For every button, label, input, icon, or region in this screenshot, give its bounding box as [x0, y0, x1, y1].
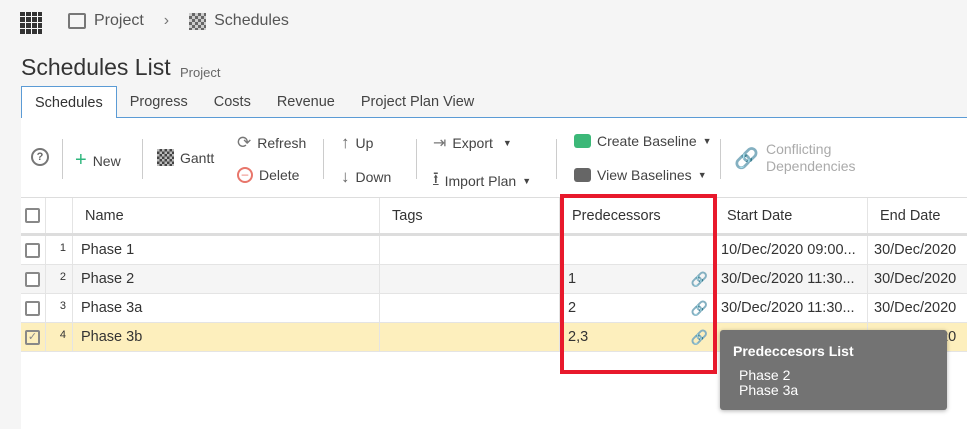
row-name[interactable]: Phase 3a: [73, 294, 380, 322]
caret-down-icon: ▼: [502, 138, 512, 148]
minus-circle-icon: –: [237, 167, 253, 183]
export-button[interactable]: ⇥ Export ▼: [433, 133, 512, 153]
caret-down-icon: ▼: [702, 136, 712, 146]
down-button[interactable]: ↓ Down: [341, 167, 391, 187]
row-checkbox[interactable]: ✓: [25, 329, 40, 345]
row-checkbox[interactable]: [25, 271, 40, 287]
select-all-checkbox[interactable]: [25, 208, 40, 223]
create-baseline-button[interactable]: Create Baseline ▼: [574, 133, 712, 149]
export-icon: ⇥: [433, 135, 447, 152]
breadcrumb-schedules[interactable]: Schedules: [214, 12, 289, 30]
row-end-date[interactable]: 30/Dec/2020: [868, 294, 967, 322]
separator: [416, 139, 417, 179]
separator: [62, 139, 63, 179]
page-title: Schedules List: [21, 54, 171, 80]
table-row[interactable]: 1 Phase 1 10/Dec/2020 09:00... 30/Dec/20…: [21, 236, 967, 265]
project-icon: [68, 13, 86, 29]
tab-progress[interactable]: Progress: [117, 86, 201, 117]
tab-schedules[interactable]: Schedules: [21, 86, 117, 119]
row-start-date[interactable]: 10/Dec/2020 09:00...: [715, 236, 868, 264]
delete-button[interactable]: – Delete: [237, 167, 299, 183]
upload-icon: ⭱: [433, 170, 439, 187]
row-tags[interactable]: [380, 236, 560, 264]
up-button[interactable]: ↑ Up: [341, 133, 373, 153]
refresh-icon: ⟳: [237, 133, 252, 152]
camera-icon: [574, 134, 591, 148]
apps-grid-icon[interactable]: [20, 12, 42, 34]
tab-revenue[interactable]: Revenue: [264, 86, 348, 117]
import-plan-button[interactable]: ⭱ Import Plan ▼: [433, 167, 531, 194]
caret-down-icon: ▼: [522, 175, 532, 186]
row-tags[interactable]: [380, 294, 560, 322]
table-header: Name Tags Predecessors Start Date End Da…: [21, 197, 967, 236]
row-end-date[interactable]: 30/Dec/2020: [868, 236, 967, 264]
row-tags[interactable]: [380, 323, 560, 351]
gantt-button[interactable]: Gantt: [157, 149, 214, 166]
row-start-date[interactable]: 30/Dec/2020 11:30...: [715, 265, 868, 293]
row-checkbox[interactable]: [25, 300, 40, 316]
tooltip-title: Predeccesors List: [733, 343, 854, 359]
schedules-table: Name Tags Predecessors Start Date End Da…: [21, 197, 967, 352]
tab-project-plan-view[interactable]: Project Plan View: [348, 86, 487, 117]
tab-costs[interactable]: Costs: [201, 86, 264, 117]
arrow-down-icon: ↓: [341, 167, 350, 186]
row-number: 3: [46, 294, 73, 322]
row-start-date[interactable]: 30/Dec/2020 11:30...: [715, 294, 868, 322]
col-end-date[interactable]: End Date: [868, 198, 967, 233]
col-tags[interactable]: Tags: [380, 198, 560, 233]
tooltip-item: Phase 3a: [739, 382, 799, 398]
caret-down-icon: ▼: [697, 170, 707, 180]
arrow-up-icon: ↑: [341, 133, 350, 152]
row-name[interactable]: Phase 1: [73, 236, 380, 264]
tooltip-item: Phase 2: [739, 367, 791, 383]
tab-bar: Schedules Progress Costs Revenue Project…: [21, 86, 967, 119]
separator: [720, 139, 721, 179]
col-name[interactable]: Name: [73, 198, 380, 233]
baselines-icon: [574, 168, 591, 182]
view-baselines-button[interactable]: View Baselines ▼: [574, 167, 707, 183]
predecessors-tooltip: Predeccesors List Phase 2 Phase 3a: [720, 330, 947, 410]
row-name[interactable]: Phase 2: [73, 265, 380, 293]
page-subtitle: Project: [180, 65, 221, 80]
highlight-box: [560, 194, 717, 374]
row-end-date[interactable]: 30/Dec/2020: [868, 265, 967, 293]
plus-icon: +: [75, 149, 87, 171]
breadcrumb-project[interactable]: Project: [94, 12, 144, 30]
col-start-date[interactable]: Start Date: [715, 198, 868, 233]
broken-link-icon: 🔗: [734, 148, 759, 170]
row-number: 2: [46, 265, 73, 293]
conflicting-dependencies-button[interactable]: Conflicting Dependencies: [766, 141, 856, 175]
schedule-grid-icon: [189, 12, 207, 30]
gantt-icon: [157, 149, 174, 166]
row-checkbox[interactable]: [25, 242, 40, 258]
separator: [142, 139, 143, 179]
row-number: 1: [46, 236, 73, 264]
chevron-right-icon: ›: [163, 12, 170, 29]
table-row[interactable]: 3 Phase 3a 2 🔗 30/Dec/2020 11:30... 30/De…: [21, 294, 967, 323]
table-row[interactable]: 2 Phase 2 1 🔗 30/Dec/2020 11:30... 30/Dec…: [21, 265, 967, 294]
row-tags[interactable]: [380, 265, 560, 293]
breadcrumb: Project › Schedules: [68, 12, 289, 30]
row-name[interactable]: Phase 3b: [73, 323, 380, 351]
refresh-button[interactable]: ⟳ Refresh: [237, 133, 306, 153]
help-icon[interactable]: ?: [31, 148, 49, 166]
row-number: 4: [46, 323, 73, 351]
separator: [323, 139, 324, 179]
separator: [556, 139, 557, 179]
new-button[interactable]: + New: [75, 149, 121, 172]
